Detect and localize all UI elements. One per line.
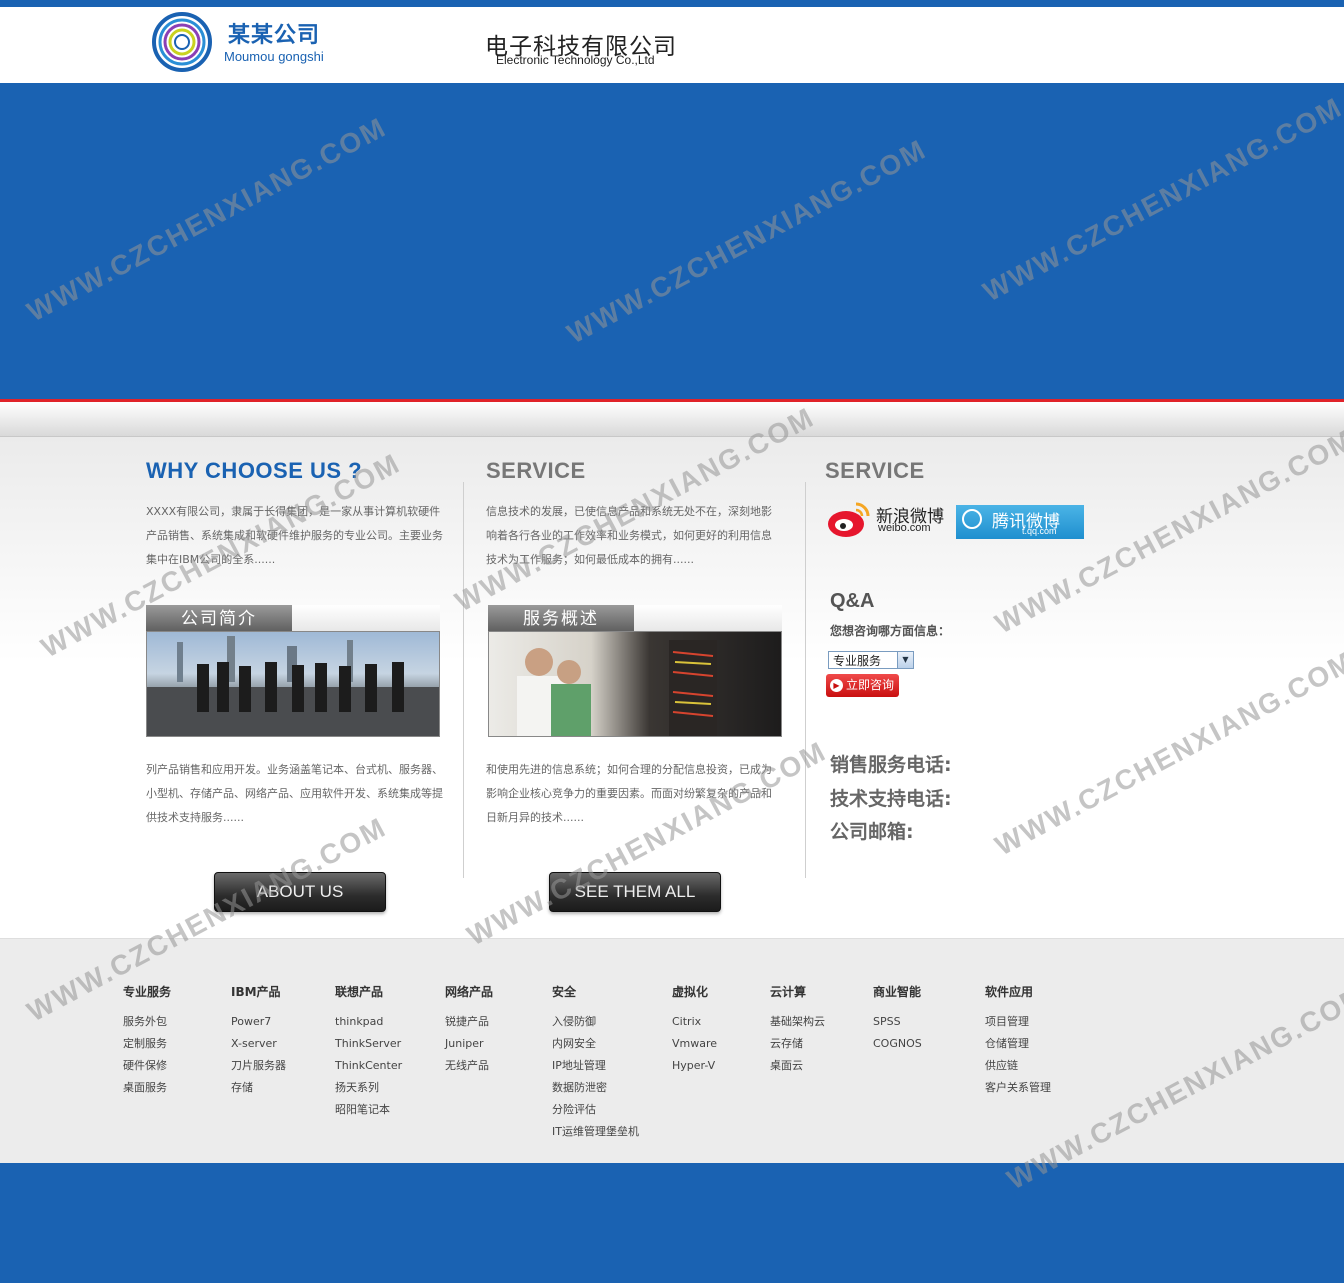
footer-link[interactable]: ThinkServer [335,1033,402,1055]
email-label: 公司邮箱: [830,821,914,843]
tab-strip [292,605,440,633]
footer-column: 云计算 基础架构云 云存储 桌面云 [770,983,825,1077]
qa-title: Q&A [830,590,875,612]
footer-link[interactable]: 云存储 [770,1033,825,1055]
play-icon: ▶ [830,679,843,692]
footer-column-title: 商业智能 [873,985,922,999]
footer-link[interactable]: thinkpad [335,1011,402,1033]
tech-phone-label: 技术支持电话: [830,788,952,810]
footer-column: 专业服务 服务外包 定制服务 硬件保修 桌面服务 [123,983,171,1099]
footer-link[interactable]: Hyper-V [672,1055,717,1077]
consult-now-button[interactable]: ▶ 立即咨询 [826,674,899,697]
footer-link[interactable]: 供应链 [985,1055,1051,1077]
column-divider [805,482,806,878]
footer-column-title: 网络产品 [445,985,494,999]
footer-link[interactable]: 锐捷产品 [445,1011,493,1033]
see-them-all-button[interactable]: SEE THEM ALL [549,872,721,912]
footer-column-title: IBM产品 [231,985,281,999]
service-overview-card[interactable]: 服务概述 [488,605,782,737]
footer-link[interactable]: 无线产品 [445,1055,493,1077]
company-logo-icon[interactable] [150,12,214,72]
sina-weibo-domain: weibo.com [878,522,931,534]
footer-column-title: 专业服务 [123,985,172,999]
tencent-weibo-link[interactable]: 腾讯微博 t.qq.com [956,505,1084,539]
footer-column: 虚拟化 Citrix Vmware Hyper-V [672,983,717,1077]
consult-now-label: 立即咨询 [846,678,895,692]
footer-link[interactable]: 昭阳笔记本 [335,1099,402,1121]
footer-column-title: 安全 [552,985,577,999]
company-profile-tab[interactable]: 公司简介 [146,605,292,633]
footer-link[interactable]: 桌面服务 [123,1077,171,1099]
hero-banner [0,83,1344,399]
footer-column-title: 虚拟化 [672,985,709,999]
chevron-down-icon[interactable]: ▼ [897,652,913,668]
consult-topic-select[interactable]: 专业服务 ▼ [828,651,914,669]
footer-link[interactable]: 桌面云 [770,1055,825,1077]
service-heading-right: SERVICE [825,458,925,483]
footer-link[interactable]: 基础架构云 [770,1011,825,1033]
site-header: 某某公司 Moumou gongshi 电子科技有限公司 Electronic … [0,7,1344,83]
sina-weibo-link[interactable]: 新浪微博 weibo.com [826,500,946,556]
logo-text-cn: 某某公司 [228,23,321,48]
footer-column: 网络产品 锐捷产品 Juniper 无线产品 [445,983,493,1077]
service-body-text: 和使用先进的信息系统；如何合理的分配信息投资，已成为影响企业核心竞争力的重要因素… [486,763,772,824]
server-photo-illustration [517,640,717,736]
footer-link[interactable]: 分险评估 [552,1099,639,1121]
footer-link[interactable]: 项目管理 [985,1011,1051,1033]
footer-link[interactable]: 入侵防御 [552,1011,639,1033]
footer-column: 安全 入侵防御 内网安全 IP地址管理 数据防泄密 分险评估 IT运维管理堡垒机 [552,983,639,1143]
footer-link[interactable]: Citrix [672,1011,717,1033]
about-us-button[interactable]: ABOUT US [214,872,386,912]
footer-column: 联想产品 thinkpad ThinkServer ThinkCenter 扬天… [335,983,402,1121]
footer-link[interactable]: 仓储管理 [985,1033,1051,1055]
footer-link[interactable]: 数据防泄密 [552,1077,639,1099]
top-stripe [0,0,1344,7]
footer-link[interactable]: 服务外包 [123,1011,171,1033]
footer-link[interactable]: Juniper [445,1033,493,1055]
footer-link[interactable]: 客户关系管理 [985,1077,1051,1099]
footer-link[interactable]: IT运维管理堡垒机 [552,1121,639,1143]
service-heading: SERVICE [486,458,586,483]
sina-weibo-icon [828,502,870,537]
footer-link[interactable]: 定制服务 [123,1033,171,1055]
footer-link[interactable]: IP地址管理 [552,1055,639,1077]
logo-text-en: Moumou gongshi [224,49,324,64]
footer-column-title: 软件应用 [985,985,1034,999]
footer-link[interactable]: Vmware [672,1033,717,1055]
footer-column: IBM产品 Power7 X-server 刀片服务器 存储 [231,983,286,1099]
footer-link[interactable]: 硬件保修 [123,1055,171,1077]
tab-strip [634,605,782,633]
footer-column-title: 联想产品 [335,985,384,999]
footer-link[interactable]: SPSS [873,1011,922,1033]
sales-phone-label: 销售服务电话: [830,754,952,776]
company-profile-card[interactable]: 公司简介 [146,605,440,737]
footer-link[interactable]: 刀片服务器 [231,1055,286,1077]
footer-link[interactable]: COGNOS [873,1033,922,1055]
service-intro-text: 信息技术的发展，已使信息产品和系统无处不在，深刻地影响着各行各业的工作效率和业务… [486,505,772,566]
footer-link[interactable]: 内网安全 [552,1033,639,1055]
server-room-photo [488,631,782,737]
company-name-en: Electronic Technology Co.,Ltd [496,53,655,67]
team-photo [146,631,440,737]
footer-link[interactable]: 存储 [231,1077,286,1099]
footer-link[interactable]: ThinkCenter [335,1055,402,1077]
bottom-band [0,1163,1344,1283]
column-divider [463,482,464,878]
consult-topic-value: 专业服务 [833,654,882,668]
team-photo-illustration [147,636,439,736]
nav-bar [0,402,1344,437]
company-body-text: 列产品销售和应用开发。业务涵盖笔记本、台式机、服务器、小型机、存储产品、网络产品… [146,763,443,824]
tencent-weibo-icon [962,509,982,529]
company-intro-text: XXXX有限公司，隶属于长得集团，是一家从事计算机软硬件产品销售、系统集成和软硬… [146,505,443,566]
footer-column-title: 云计算 [770,985,807,999]
footer-column: 商业智能 SPSS COGNOS [873,983,922,1055]
footer-link[interactable]: 扬天系列 [335,1077,402,1099]
footer-column: 软件应用 项目管理 仓储管理 供应链 客户关系管理 [985,983,1051,1099]
tencent-weibo-domain: t.qq.com [1022,526,1057,536]
footer-link[interactable]: X-server [231,1033,286,1055]
service-overview-tab[interactable]: 服务概述 [488,605,634,633]
footer-link[interactable]: Power7 [231,1011,286,1033]
why-choose-us-heading: WHY CHOOSE US ? [146,458,363,483]
qa-prompt: 您想咨询哪方面信息： [830,624,951,638]
